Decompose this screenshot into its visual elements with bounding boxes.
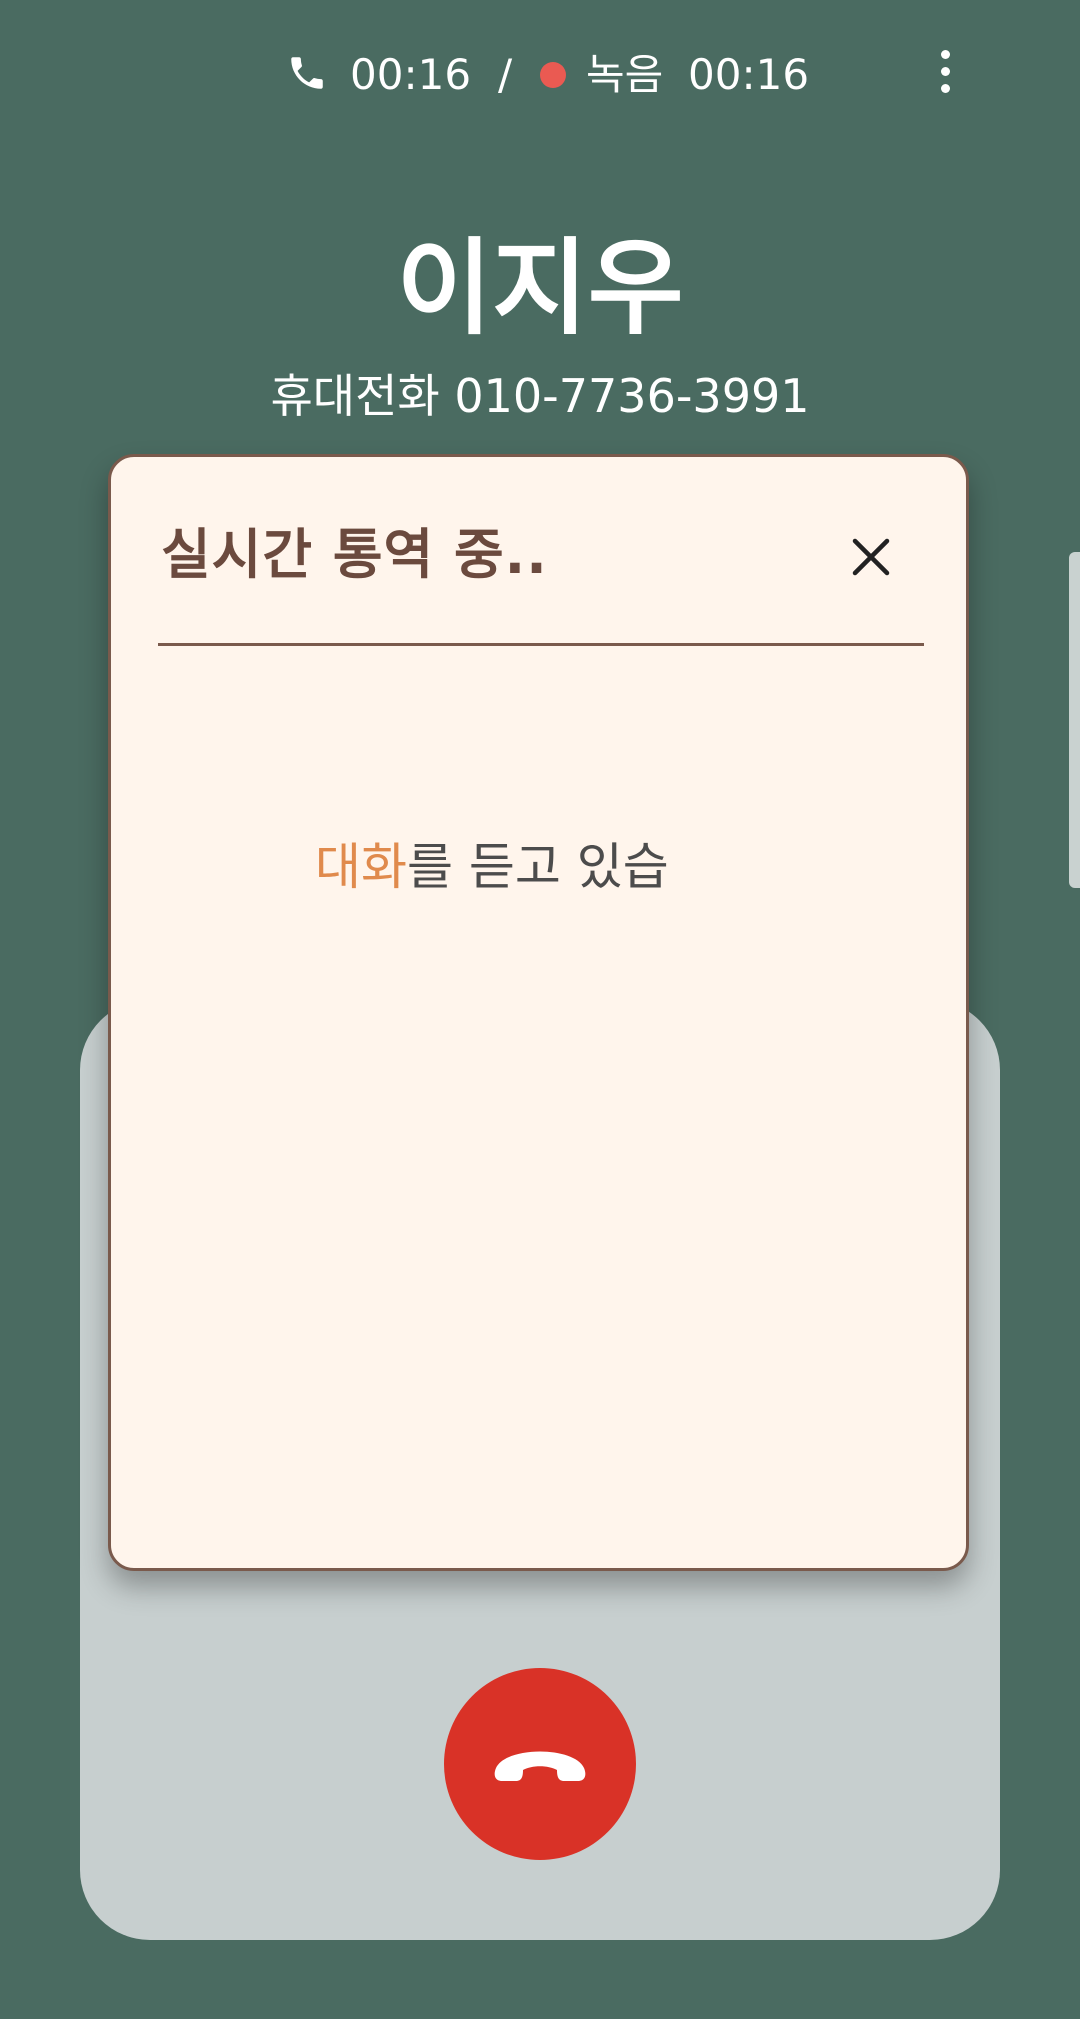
dialog-divider	[158, 643, 924, 646]
close-icon[interactable]	[851, 537, 891, 577]
status-separator: /	[498, 50, 513, 99]
call-duration: 00:16	[350, 50, 472, 99]
end-call-button[interactable]	[444, 1668, 636, 1860]
listening-status: 대화를 듣고 있습	[315, 837, 669, 897]
side-panel-handle[interactable]	[1069, 552, 1080, 888]
phone-icon	[291, 57, 323, 89]
record-indicator-icon	[540, 62, 566, 88]
more-vertical-icon[interactable]	[930, 50, 960, 104]
record-label: 녹음	[586, 50, 664, 99]
interpretation-dialog: 실시간 통역 중.. 대화를 듣고 있습	[108, 454, 969, 1571]
dialog-title: 실시간 통역 중..	[161, 523, 548, 586]
call-status-bar: 00:16 / 녹음 00:16	[0, 46, 1080, 106]
status-text: 를 듣고 있습	[407, 838, 669, 896]
caller-number: 휴대전화 010-7736-3991	[270, 369, 810, 423]
status-highlight-text: 대화	[315, 838, 407, 896]
end-call-icon	[494, 1751, 586, 1781]
caller-name: 이지우	[396, 227, 684, 349]
record-duration: 00:16	[688, 50, 810, 99]
